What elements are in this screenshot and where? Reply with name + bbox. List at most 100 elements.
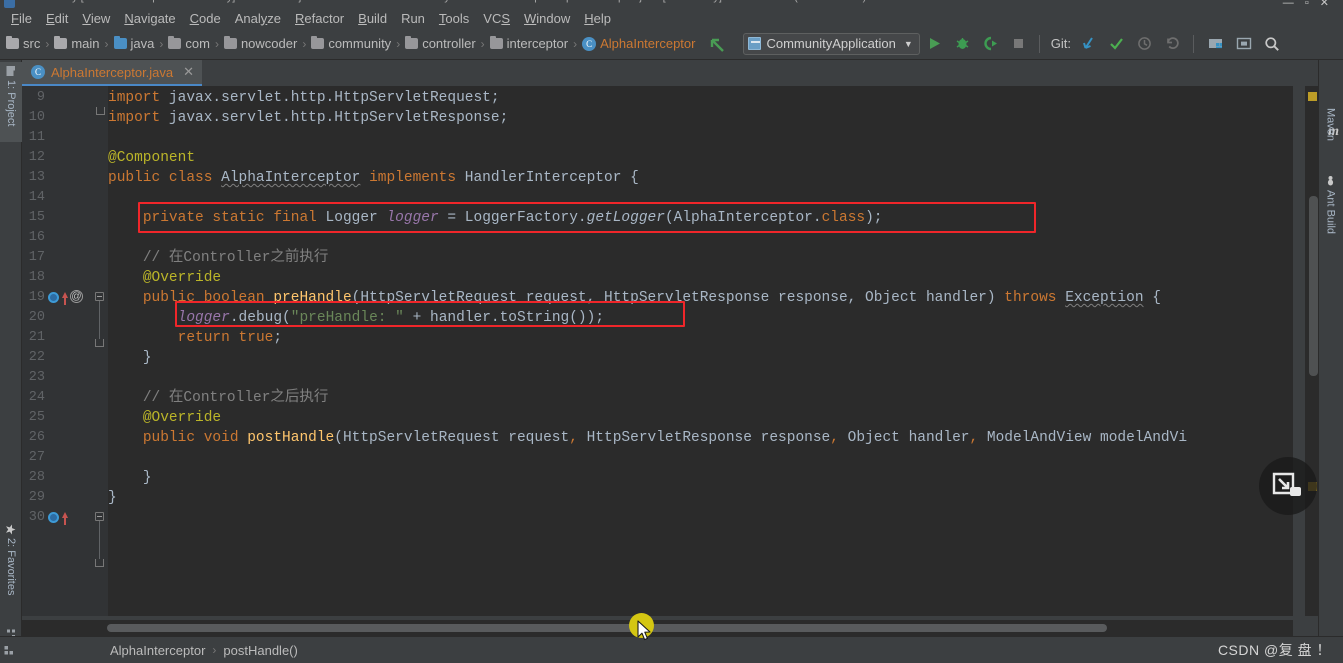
toolbar-divider bbox=[1192, 34, 1194, 53]
package-icon bbox=[489, 36, 503, 49]
code-line-9: import javax.servlet.http.HttpServletReq… bbox=[108, 90, 500, 106]
package-icon bbox=[223, 36, 237, 49]
code-line-29: } bbox=[108, 490, 117, 506]
commit-button[interactable] bbox=[1104, 32, 1130, 56]
package-icon bbox=[311, 36, 325, 49]
close-icon[interactable]: ✕ bbox=[183, 64, 194, 80]
breadcrumb-interceptor[interactable]: interceptor bbox=[489, 36, 568, 51]
project-folder-icon bbox=[6, 66, 17, 76]
code-line-22: } bbox=[142, 350, 152, 366]
annotation-at-icon[interactable]: @ bbox=[70, 290, 83, 303]
sidebar-item-project[interactable]: 1: Project bbox=[0, 62, 22, 142]
search-everywhere-button[interactable] bbox=[1259, 32, 1285, 56]
editor-tab-alphainterceptor[interactable]: C AlphaInterceptor.java ✕ bbox=[22, 60, 203, 86]
horizontal-scrollbar-thumb[interactable] bbox=[107, 624, 1107, 632]
sidebar-item-maven[interactable]: Maven bbox=[1318, 88, 1343, 150]
code-line-10: import javax.servlet.http.HttpServletRes… bbox=[108, 110, 509, 126]
breadcrumb-src[interactable]: src bbox=[6, 36, 40, 51]
line-number: 12 bbox=[28, 150, 45, 165]
code-text-area[interactable]: import javax.servlet.http.HttpServletReq… bbox=[108, 86, 1293, 616]
breadcrumb-separator: › bbox=[212, 643, 217, 657]
breadcrumb-separator: › bbox=[214, 36, 219, 51]
rollback-button[interactable] bbox=[1160, 32, 1186, 56]
run-with-coverage-button[interactable] bbox=[978, 32, 1004, 56]
breadcrumb-controller[interactable]: controller bbox=[405, 36, 476, 51]
fold-import-icon[interactable] bbox=[96, 107, 105, 115]
breadcrumb-label: src bbox=[23, 36, 41, 51]
line-number: 26 bbox=[28, 430, 45, 445]
fold-collapse-icon[interactable] bbox=[95, 512, 104, 521]
breadcrumb-main[interactable]: main bbox=[54, 36, 100, 51]
menu-analyze[interactable]: Analyze bbox=[228, 10, 288, 27]
line-number: 30 bbox=[28, 510, 45, 525]
history-button[interactable] bbox=[1132, 32, 1158, 56]
terminal-button[interactable] bbox=[1231, 32, 1257, 56]
breadcrumb-label: com bbox=[185, 36, 210, 51]
code-editor[interactable]: 9 10 11 12 13 14 15 16 17 18 19 20 21 22… bbox=[22, 86, 1293, 616]
fold-collapse-icon[interactable] bbox=[95, 292, 104, 301]
window-controls[interactable]: — ▫ ✕ bbox=[1283, 0, 1333, 8]
breadcrumb: AlphaInterceptor › postHandle() bbox=[110, 643, 298, 658]
breadcrumb-community[interactable]: community bbox=[311, 36, 391, 51]
run-configuration-selector[interactable]: CommunityApplication ▼ bbox=[743, 32, 920, 55]
fold-region-end-icon[interactable] bbox=[95, 339, 104, 347]
mouse-cursor bbox=[637, 620, 653, 645]
menu-build[interactable]: Build bbox=[351, 10, 394, 27]
code-line-20: logger.debug("preHandle: " + handler.toS… bbox=[177, 310, 605, 326]
project-structure-button[interactable] bbox=[1203, 32, 1229, 56]
debug-button[interactable] bbox=[950, 32, 976, 56]
line-number: 9 bbox=[36, 90, 45, 105]
breadcrumb-separator: › bbox=[302, 36, 307, 51]
menu-tools[interactable]: Tools bbox=[432, 10, 476, 27]
fold-region-end-icon[interactable] bbox=[95, 559, 104, 567]
sidebar-item-ant-build[interactable]: Ant Build bbox=[1318, 170, 1343, 252]
menu-edit[interactable]: Edit bbox=[39, 10, 75, 27]
line-number: 19 bbox=[28, 290, 45, 305]
chevron-down-icon: ▼ bbox=[903, 38, 913, 49]
overriding-method-icon[interactable] bbox=[48, 512, 68, 525]
breadcrumb-separator: › bbox=[396, 36, 401, 51]
line-number: 17 bbox=[28, 250, 45, 265]
horizontal-scrollbar[interactable] bbox=[22, 620, 1293, 636]
folder-source-icon bbox=[113, 36, 127, 49]
package-icon bbox=[405, 36, 419, 49]
structure-toggle-icon[interactable] bbox=[4, 644, 16, 656]
resize-arrow-icon bbox=[1272, 472, 1301, 496]
line-number: 15 bbox=[28, 210, 45, 225]
sidebar-item-label: 2: Favorites bbox=[5, 538, 17, 596]
editor-gutter[interactable]: 9 10 11 12 13 14 15 16 17 18 19 20 21 22… bbox=[22, 86, 108, 616]
menu-navigate[interactable]: Navigate bbox=[117, 10, 182, 27]
menu-vcs[interactable]: VCS bbox=[476, 10, 517, 27]
breadcrumb-nowcoder[interactable]: nowcoder bbox=[223, 36, 297, 51]
breadcrumb-alphainterceptor[interactable]: C AlphaInterceptor bbox=[582, 36, 695, 51]
back-arrow-icon[interactable] bbox=[705, 33, 729, 55]
sidebar-item-label: Ant Build bbox=[1324, 190, 1337, 235]
menu-file-rest: ile bbox=[18, 10, 32, 26]
editor-error-stripe[interactable] bbox=[1305, 86, 1318, 616]
sidebar-item-favorites[interactable]: 2: Favorites bbox=[0, 520, 22, 620]
warning-marker[interactable] bbox=[1308, 92, 1317, 101]
vertical-scrollbar-thumb[interactable] bbox=[1309, 196, 1318, 376]
breadcrumb-java[interactable]: java bbox=[113, 36, 154, 51]
menu-run[interactable]: Run bbox=[394, 10, 432, 27]
editor-tab-bar: C AlphaInterceptor.java ✕ bbox=[22, 60, 1293, 86]
stop-button[interactable] bbox=[1006, 32, 1032, 56]
line-number: 11 bbox=[28, 130, 45, 145]
run-button[interactable] bbox=[922, 32, 948, 56]
screen-capture-widget[interactable] bbox=[1259, 457, 1317, 515]
breadcrumb-class[interactable]: AlphaInterceptor bbox=[110, 643, 205, 658]
maven-icon bbox=[1325, 93, 1336, 103]
menu-window[interactable]: Window bbox=[517, 10, 577, 27]
breadcrumb-separator: › bbox=[45, 36, 50, 51]
breadcrumb-method[interactable]: postHandle() bbox=[223, 643, 297, 658]
menu-help[interactable]: Help bbox=[577, 10, 618, 27]
update-project-button[interactable] bbox=[1076, 32, 1102, 56]
breadcrumb-com[interactable]: com bbox=[168, 36, 210, 51]
overriding-method-icon[interactable] bbox=[48, 292, 68, 305]
menu-view[interactable]: View bbox=[75, 10, 117, 27]
menu-code[interactable]: Code bbox=[183, 10, 228, 27]
code-line-12: @Component bbox=[108, 150, 196, 166]
menu-refactor[interactable]: Refactor bbox=[288, 10, 351, 27]
menu-file[interactable]: File bbox=[4, 10, 39, 27]
watermark-text: CSDN @复 盘 ！ bbox=[1217, 642, 1331, 658]
